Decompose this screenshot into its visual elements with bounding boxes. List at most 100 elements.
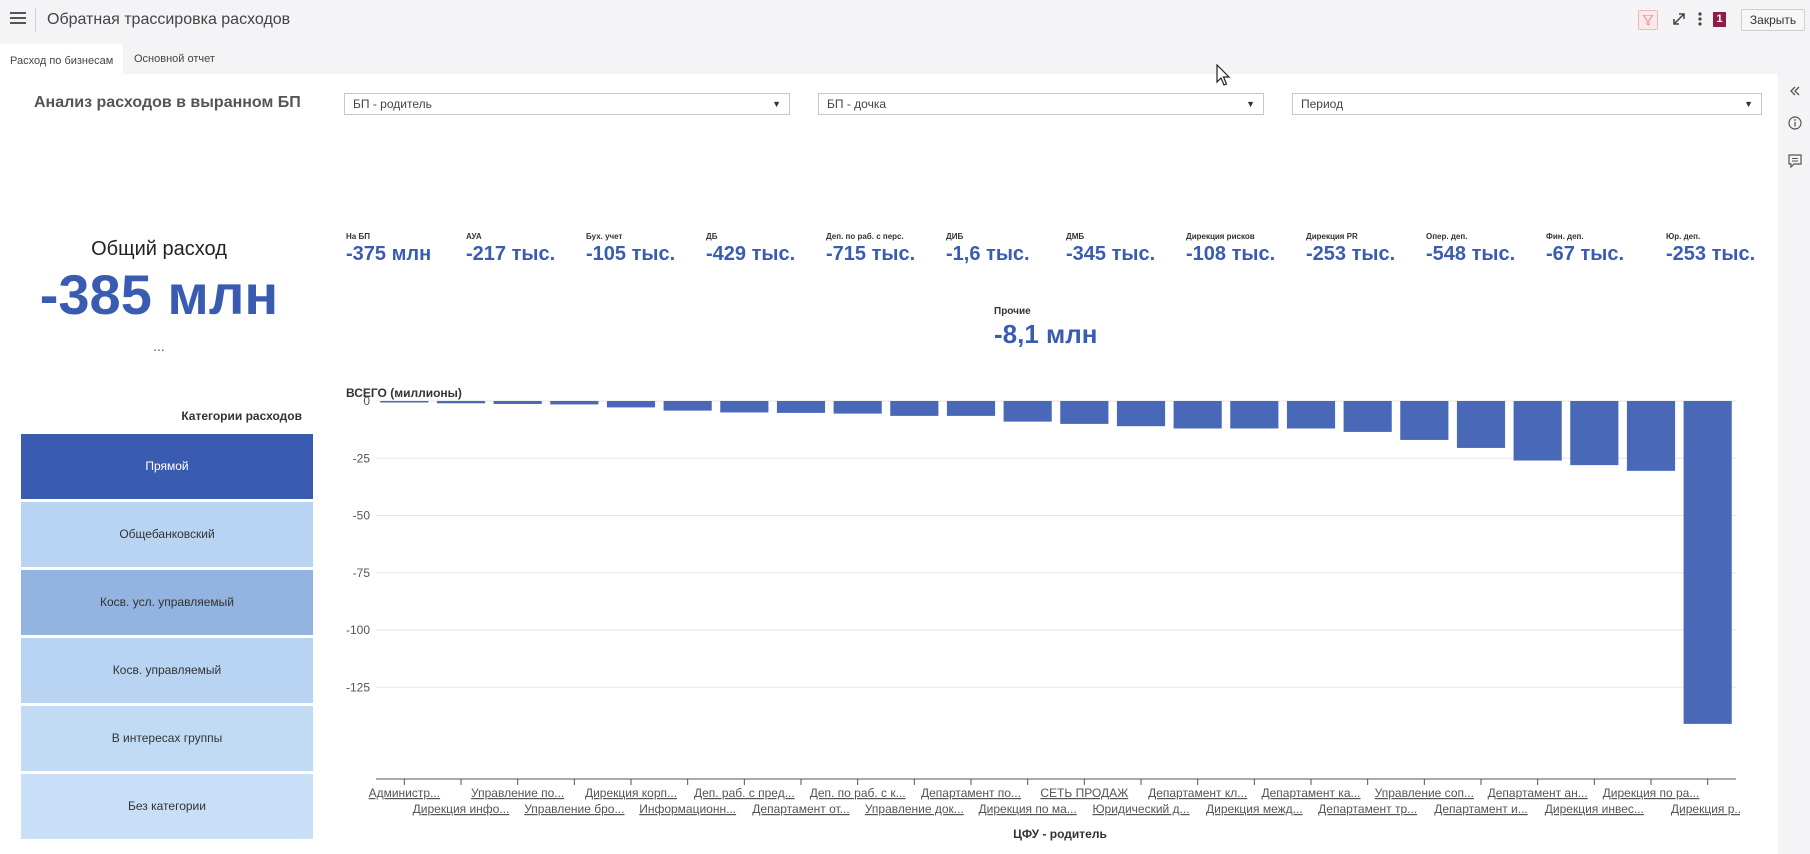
category-button[interactable]: Без категории <box>21 774 313 839</box>
bar[interactable] <box>1456 401 1506 448</box>
more-options-icon[interactable] <box>1695 10 1705 28</box>
x-tick-label[interactable]: Управление док... <box>865 802 964 816</box>
x-tick-label[interactable]: Управление соп... <box>1375 786 1474 800</box>
right-rail <box>1778 74 1810 854</box>
x-tick-label[interactable]: Дирекция инвес... <box>1545 802 1644 816</box>
top-bar: Обратная трассировка расходов 1 Закрыть <box>0 0 1810 40</box>
filter-parent-bp[interactable]: БП - родитель ▼ <box>344 93 790 115</box>
x-tick-label[interactable]: Департамент тр... <box>1318 802 1417 816</box>
bar[interactable] <box>493 401 542 404</box>
kpi-label: Фин. деп. <box>1546 232 1584 241</box>
category-button[interactable]: В интересах группы <box>21 706 313 771</box>
kpi-value: -375 млн <box>346 243 432 265</box>
bar[interactable] <box>890 401 939 416</box>
bar[interactable] <box>663 401 712 411</box>
x-tick-label[interactable]: Дирекция межд... <box>1206 802 1303 816</box>
info-icon[interactable] <box>1788 116 1802 130</box>
x-tick-label[interactable]: Дирекция инфо... <box>413 802 510 816</box>
kpi-other-tile: Прочие -8,1 млн <box>994 306 1097 350</box>
filter-child-bp[interactable]: БП - дочка ▼ <box>818 93 1264 115</box>
x-tick-label[interactable]: Администр... <box>369 786 440 800</box>
kpi-label: На БП <box>346 232 370 241</box>
bar[interactable] <box>1343 401 1392 432</box>
filter-icon[interactable] <box>1638 10 1658 30</box>
close-button[interactable]: Закрыть <box>1741 9 1805 31</box>
x-tick-label[interactable]: Дирекция по ма... <box>979 802 1077 816</box>
bar[interactable] <box>1626 401 1676 471</box>
x-tick-label[interactable]: Управление по... <box>471 786 564 800</box>
filter-period-label: Период <box>1301 97 1344 111</box>
kpi-label: Прочие <box>994 306 1031 317</box>
kpi-tile: Фин. деп. -67 тыс. <box>1546 232 1624 266</box>
x-tick-label[interactable]: Департамент кл... <box>1148 786 1247 800</box>
menu-icon[interactable] <box>10 12 26 26</box>
x-tick-label[interactable]: Департамент по... <box>921 786 1021 800</box>
x-tick-label[interactable]: Департамент и... <box>1434 802 1528 816</box>
bar[interactable] <box>833 401 882 414</box>
bar[interactable] <box>1683 401 1732 724</box>
tab-main-report[interactable]: Основной отчет <box>124 44 225 74</box>
category-button[interactable]: Прямой <box>21 434 313 499</box>
kpi-tile: ДБ -429 тыс. <box>706 232 795 266</box>
kpi-value: -548 тыс. <box>1426 243 1516 265</box>
divider <box>35 8 36 32</box>
kpi-tile: Юр. деп. -253 тыс. <box>1666 232 1755 266</box>
kpi-tile: Дирекция PR -253 тыс. <box>1306 232 1395 266</box>
bar[interactable] <box>1060 401 1109 424</box>
bar[interactable] <box>1570 401 1619 466</box>
x-tick-label[interactable]: Дирекция корп... <box>585 786 677 800</box>
category-button[interactable]: Косв. усл. управляемый <box>21 570 313 635</box>
bar[interactable] <box>720 401 769 413</box>
filter-child-bp-label: БП - дочка <box>827 97 887 111</box>
kpi-tile: Деп. по раб. с перс. -715 тыс. <box>826 232 915 266</box>
kpi-value: -105 тыс. <box>586 243 676 265</box>
x-tick-label[interactable]: Управление бро... <box>524 802 624 816</box>
x-tick-label[interactable]: Дирекция по ра... <box>1603 786 1700 800</box>
bar[interactable] <box>1230 401 1279 429</box>
category-button[interactable]: Косв. управляемый <box>21 638 313 703</box>
bar[interactable] <box>380 401 429 403</box>
bar[interactable] <box>1400 401 1449 440</box>
comment-icon[interactable] <box>1788 154 1802 168</box>
kpi-tile: ДИБ -1,6 тыс. <box>946 232 1030 266</box>
kpi-tile: Бух. учет -105 тыс. <box>586 232 675 266</box>
tab-business-expenses[interactable]: Расход по бизнесам <box>0 44 124 74</box>
kpi-value: -108 тыс. <box>1186 243 1276 265</box>
collapse-icon[interactable] <box>1788 84 1802 98</box>
bar[interactable] <box>606 401 656 408</box>
x-tick-label[interactable]: Департамент ка... <box>1262 786 1361 800</box>
y-tick-label: -100 <box>346 623 370 637</box>
x-tick-label[interactable]: СЕТЬ ПРОДАЖ <box>1040 786 1128 800</box>
expand-icon[interactable] <box>1670 10 1688 28</box>
x-tick-label[interactable]: Юридический д... <box>1092 802 1189 816</box>
x-tick-label[interactable]: Деп. раб. с пред... <box>694 786 795 800</box>
x-tick-label[interactable]: Деп. по раб. с к... <box>810 786 906 800</box>
bar[interactable] <box>1003 401 1052 422</box>
kpi-tile: Дирекция рисков -108 тыс. <box>1186 232 1275 266</box>
total-more[interactable]: ... <box>0 338 318 354</box>
bar[interactable] <box>550 401 599 405</box>
bar[interactable] <box>436 401 486 404</box>
x-tick-label[interactable]: Департамент ан... <box>1488 786 1588 800</box>
x-tick-label[interactable]: Департамент от... <box>752 802 849 816</box>
bar[interactable] <box>1513 401 1562 461</box>
tab-bar: Расход по бизнесам Основной отчет <box>0 44 1810 74</box>
notification-badge[interactable]: 1 <box>1713 12 1726 27</box>
bar[interactable] <box>1173 401 1222 429</box>
category-button[interactable]: Общебанковский <box>21 502 313 567</box>
bar[interactable] <box>1116 401 1166 427</box>
bar[interactable] <box>776 401 826 413</box>
chevron-down-icon: ▼ <box>1246 99 1255 109</box>
bar[interactable] <box>1286 401 1336 429</box>
x-axis-title: ЦФУ - родитель <box>1013 827 1107 841</box>
kpi-label: АУА <box>466 232 482 241</box>
kpi-label: ДМБ <box>1066 232 1085 241</box>
chevron-down-icon: ▼ <box>772 99 781 109</box>
bar[interactable] <box>946 401 996 416</box>
filter-period[interactable]: Период ▼ <box>1292 93 1762 115</box>
filter-parent-bp-label: БП - родитель <box>353 97 432 111</box>
x-tick-label[interactable]: Дирекция р... <box>1671 802 1740 816</box>
kpi-label: Дирекция рисков <box>1186 232 1255 241</box>
x-tick-label[interactable]: Информационн... <box>639 802 736 816</box>
kpi-tile: На БП -375 млн <box>346 232 431 266</box>
